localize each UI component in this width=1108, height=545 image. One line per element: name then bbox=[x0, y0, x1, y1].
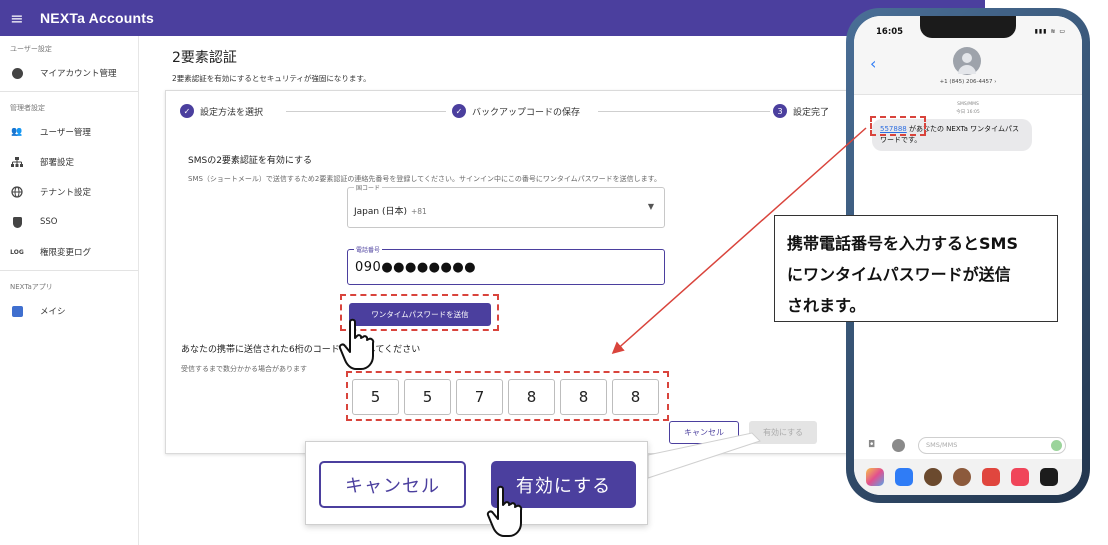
code-digit-input[interactable]: 8 bbox=[560, 379, 607, 415]
sidebar-item-label: SSO bbox=[40, 217, 58, 227]
message-input[interactable]: SMS/MMS bbox=[918, 437, 1066, 454]
photos-app-icon[interactable] bbox=[866, 468, 884, 486]
phone-clock: 16:05 bbox=[876, 27, 904, 37]
step-complete: 3 設定完了 bbox=[773, 104, 829, 118]
zoomed-cancel-button[interactable]: キャンセル bbox=[319, 461, 466, 508]
sidebar-section-apps: NEXTaアプリ bbox=[10, 283, 53, 291]
music-app-icon[interactable] bbox=[1011, 468, 1029, 486]
code-digit-input[interactable]: 5 bbox=[404, 379, 451, 415]
country-code-label: 国コード bbox=[354, 183, 383, 192]
step-backup-codes: ✓ バックアップコードの保存 bbox=[452, 104, 580, 118]
sidebar-item-users[interactable]: 👥 ユーザー管理 bbox=[0, 117, 138, 147]
message-input-placeholder: SMS/MMS bbox=[926, 441, 958, 449]
back-chevron-icon[interactable]: ‹ bbox=[870, 54, 876, 73]
sidebar-section-admin-settings: 管理者設定 bbox=[10, 104, 45, 112]
page-title: 2要素認証 bbox=[172, 50, 237, 66]
sidebar-item-permission-log[interactable]: LOG 権限変更ログ bbox=[0, 237, 138, 267]
zoomed-buttons-callout: キャンセル 有効にする bbox=[305, 441, 648, 525]
phone-status-icons: ▮▮▮ ≋ ▭ bbox=[1034, 28, 1066, 35]
phone-number-field[interactable]: 電話番号 090●●●●●●●● bbox=[347, 245, 665, 285]
camera-icon[interactable]: ◘ bbox=[868, 440, 875, 450]
pointer-hand-icon bbox=[338, 318, 375, 370]
step-label: 設定完了 bbox=[793, 107, 830, 118]
sidebar-section-user-settings: ユーザー設定 bbox=[10, 45, 52, 53]
sidebar-item-label: 権限変更ログ bbox=[40, 248, 92, 258]
page-subtitle: 2要素認証を有効にするとセキュリティが強固になります。 bbox=[172, 74, 371, 83]
sidebar: ユーザー設定 マイアカウント管理 管理者設定 👥 ユーザー管理 部署設定 テナン… bbox=[0, 36, 139, 545]
step-label: バックアップコードの保存 bbox=[472, 107, 581, 118]
sidebar-item-my-account[interactable]: マイアカウント管理 bbox=[0, 58, 138, 88]
chevron-down-icon: ▼ bbox=[647, 202, 654, 211]
contact-avatar bbox=[953, 47, 981, 75]
memoji-stickers-icon[interactable] bbox=[953, 468, 971, 486]
step-select-method: ✓ 設定方法を選択 bbox=[180, 104, 263, 118]
sms-section-description: SMS（ショートメール）で送信するため2要素認証の連絡先番号を登録してください。… bbox=[188, 175, 661, 183]
sidebar-item-label: ユーザー管理 bbox=[40, 128, 91, 138]
sms-section-title: SMSの2要素認証を有効にする bbox=[188, 156, 313, 166]
sender-number[interactable]: +1 (845) 206-4457 › bbox=[854, 79, 1082, 85]
phone-notch bbox=[920, 16, 1016, 38]
dial-code: +81 bbox=[411, 207, 427, 216]
annotation-line: されます。 bbox=[787, 296, 866, 315]
sidebar-item-label: 部署設定 bbox=[40, 158, 75, 168]
country-code-value: Japan (日本) +81 bbox=[354, 207, 427, 217]
message-timestamp: 今日 16:05 bbox=[956, 110, 980, 115]
pointer-hand-icon bbox=[486, 485, 523, 537]
annotation-line: にワンタイムパスワードが送信 bbox=[787, 265, 1011, 284]
sidebar-item-label: マイアカウント管理 bbox=[40, 69, 117, 79]
message-input-bar: ◘ SMS/MMS bbox=[854, 434, 1082, 456]
message-type-label: SMS/MMS bbox=[957, 102, 979, 107]
org-chart-icon bbox=[10, 155, 24, 169]
sidebar-item-meishi[interactable]: メイシ bbox=[0, 296, 138, 326]
appstore-app-icon[interactable] bbox=[895, 468, 913, 486]
step-label: 設定方法を選択 bbox=[200, 107, 264, 118]
sidebar-item-label: テナント設定 bbox=[40, 188, 92, 198]
globe-icon bbox=[10, 185, 24, 199]
check-icon: ✓ bbox=[452, 104, 466, 118]
digital-touch-icon[interactable] bbox=[1040, 468, 1058, 486]
stepper: ✓ 設定方法を選択 ✓ バックアップコードの保存 3 設定完了 bbox=[166, 91, 854, 133]
sidebar-item-label: メイシ bbox=[40, 307, 66, 317]
log-icon: LOG bbox=[10, 248, 24, 256]
annotation-line: 携帯電話番号を入力するとSMS bbox=[787, 234, 1018, 253]
code-digit-input[interactable]: 5 bbox=[352, 379, 399, 415]
country-code-select[interactable]: 国コード Japan (日本) +81 ▼ bbox=[347, 183, 665, 228]
sidebar-divider bbox=[0, 270, 138, 271]
app-bar: ≡ NEXTa Accounts bbox=[0, 0, 985, 36]
cancel-button[interactable]: キャンセル bbox=[669, 421, 739, 444]
code-digit-input[interactable]: 7 bbox=[456, 379, 503, 415]
app-icon bbox=[10, 304, 24, 318]
step-connector bbox=[286, 111, 446, 112]
enable-button[interactable]: 有効にする bbox=[749, 421, 817, 444]
account-circle-icon bbox=[10, 66, 24, 80]
highlight-sms-code bbox=[870, 116, 926, 136]
sidebar-item-departments[interactable]: 部署設定 bbox=[0, 147, 138, 177]
screen: ≡ NEXTa Accounts ユーザー設定 マイアカウント管理 管理者設定 … bbox=[0, 0, 1108, 545]
shield-icon bbox=[10, 215, 24, 229]
check-icon: ✓ bbox=[180, 104, 194, 118]
sidebar-divider bbox=[0, 91, 138, 92]
code-digit-input[interactable]: 8 bbox=[612, 379, 659, 415]
menu-icon[interactable]: ≡ bbox=[0, 0, 34, 36]
step-connector bbox=[598, 111, 770, 112]
step-number: 3 bbox=[773, 104, 787, 118]
phone-number-value: 090●●●●●●●● bbox=[355, 260, 477, 275]
appstore-icon[interactable] bbox=[892, 439, 905, 452]
users-icon: 👥 bbox=[11, 127, 23, 137]
send-icon[interactable] bbox=[1051, 440, 1062, 451]
imessage-app-strip bbox=[854, 459, 1082, 495]
code-entry-title: あなたの携帯に送信された6桁のコードを入力してください bbox=[181, 345, 421, 355]
sidebar-item-sso[interactable]: SSO bbox=[0, 207, 138, 237]
search-images-icon[interactable] bbox=[982, 468, 1000, 486]
app-title: NEXTa Accounts bbox=[40, 10, 155, 26]
sidebar-item-tenant[interactable]: テナント設定 bbox=[0, 177, 138, 207]
two-factor-card: ✓ 設定方法を選択 ✓ バックアップコードの保存 3 設定完了 SMSの2要素認… bbox=[165, 90, 855, 454]
code-entry-description: 受信するまで数分かかる場合があります bbox=[181, 365, 307, 373]
annotation-box: 携帯電話番号を入力するとSMS にワンタイムパスワードが送信 されます。 bbox=[774, 215, 1058, 322]
code-digit-input[interactable]: 8 bbox=[508, 379, 555, 415]
memoji-icon[interactable] bbox=[924, 468, 942, 486]
phone-number-label: 電話番号 bbox=[354, 245, 383, 254]
